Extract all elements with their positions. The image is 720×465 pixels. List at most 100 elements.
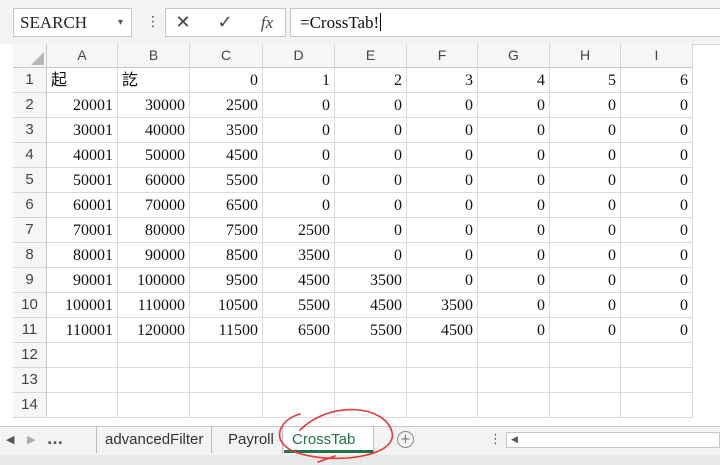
row-header-9[interactable]: 9 (13, 268, 47, 293)
cell-e11[interactable]: 5500 (335, 318, 407, 343)
cell-i9[interactable]: 0 (621, 268, 693, 293)
cell-f1[interactable]: 3 (407, 68, 478, 93)
column-header-g[interactable]: G (478, 44, 550, 68)
cell-g6[interactable]: 0 (478, 193, 550, 218)
cell-a5[interactable]: 50001 (47, 168, 118, 193)
cell-e4[interactable]: 0 (335, 143, 407, 168)
cell-h5[interactable]: 0 (550, 168, 621, 193)
row-header-4[interactable]: 4 (13, 143, 47, 168)
cell-b3[interactable]: 40000 (118, 118, 190, 143)
cell-i7[interactable]: 0 (621, 218, 693, 243)
cell-g4[interactable]: 0 (478, 143, 550, 168)
cell-i11[interactable]: 0 (621, 318, 693, 343)
cell-g13[interactable] (478, 368, 550, 393)
column-header-c[interactable]: C (190, 44, 263, 68)
cell-d6[interactable]: 0 (263, 193, 335, 218)
cell-c14[interactable] (190, 393, 263, 418)
column-header-h[interactable]: H (550, 44, 621, 68)
cell-h3[interactable]: 0 (550, 118, 621, 143)
vertical-ellipsis-icon[interactable]: ⋮ (146, 8, 160, 37)
cell-b7[interactable]: 80000 (118, 218, 190, 243)
cell-g9[interactable]: 0 (478, 268, 550, 293)
cell-g2[interactable]: 0 (478, 93, 550, 118)
formula-input[interactable]: =CrossTab! (290, 8, 720, 37)
insert-function-icon[interactable]: fx (252, 9, 282, 36)
row-header-7[interactable]: 7 (13, 218, 47, 243)
tab-crosstab[interactable]: CrossTab (284, 427, 374, 453)
cell-h2[interactable]: 0 (550, 93, 621, 118)
cell-g3[interactable]: 0 (478, 118, 550, 143)
cell-e14[interactable] (335, 393, 407, 418)
row-header-6[interactable]: 6 (13, 193, 47, 218)
cell-f14[interactable] (407, 393, 478, 418)
cell-d5[interactable]: 0 (263, 168, 335, 193)
cell-e13[interactable] (335, 368, 407, 393)
name-box[interactable]: SEARCH (13, 8, 132, 37)
cell-c4[interactable]: 4500 (190, 143, 263, 168)
cell-b2[interactable]: 30000 (118, 93, 190, 118)
cell-f8[interactable]: 0 (407, 243, 478, 268)
cell-c13[interactable] (190, 368, 263, 393)
enter-icon[interactable]: ✓ (210, 9, 240, 36)
cell-g1[interactable]: 4 (478, 68, 550, 93)
scroll-left-icon[interactable]: ◀ (511, 433, 518, 447)
cell-f4[interactable]: 0 (407, 143, 478, 168)
cell-c12[interactable] (190, 343, 263, 368)
cell-g8[interactable]: 0 (478, 243, 550, 268)
cell-h6[interactable]: 0 (550, 193, 621, 218)
tab-split-handle[interactable]: ⋮ (489, 427, 502, 453)
cell-h9[interactable]: 0 (550, 268, 621, 293)
cell-e10[interactable]: 4500 (335, 293, 407, 318)
cell-f6[interactable]: 0 (407, 193, 478, 218)
cell-a13[interactable] (47, 368, 118, 393)
cell-f10[interactable]: 3500 (407, 293, 478, 318)
cell-d14[interactable] (263, 393, 335, 418)
cell-a1[interactable]: 起 (47, 68, 118, 93)
cell-d12[interactable] (263, 343, 335, 368)
cell-b8[interactable]: 90000 (118, 243, 190, 268)
cell-b14[interactable] (118, 393, 190, 418)
cell-a6[interactable]: 60001 (47, 193, 118, 218)
cell-e1[interactable]: 2 (335, 68, 407, 93)
row-header-12[interactable]: 12 (13, 343, 47, 368)
tab-advancedfilter[interactable]: advancedFilter (96, 427, 213, 453)
cell-h13[interactable] (550, 368, 621, 393)
cell-b13[interactable] (118, 368, 190, 393)
cell-i2[interactable]: 0 (621, 93, 693, 118)
cell-i5[interactable]: 0 (621, 168, 693, 193)
cell-h14[interactable] (550, 393, 621, 418)
cell-d7[interactable]: 2500 (263, 218, 335, 243)
cell-e7[interactable]: 0 (335, 218, 407, 243)
cell-d8[interactable]: 3500 (263, 243, 335, 268)
cell-b9[interactable]: 100000 (118, 268, 190, 293)
cell-i1[interactable]: 6 (621, 68, 693, 93)
cell-g14[interactable] (478, 393, 550, 418)
cell-i14[interactable] (621, 393, 693, 418)
cell-b10[interactable]: 110000 (118, 293, 190, 318)
cell-a4[interactable]: 40001 (47, 143, 118, 168)
row-header-5[interactable]: 5 (13, 168, 47, 193)
row-header-8[interactable]: 8 (13, 243, 47, 268)
cell-f2[interactable]: 0 (407, 93, 478, 118)
cell-h7[interactable]: 0 (550, 218, 621, 243)
cell-a3[interactable]: 30001 (47, 118, 118, 143)
cell-f11[interactable]: 4500 (407, 318, 478, 343)
cell-b12[interactable] (118, 343, 190, 368)
cell-h1[interactable]: 5 (550, 68, 621, 93)
more-sheets-button[interactable]: ... (47, 427, 63, 453)
cell-a12[interactable] (47, 343, 118, 368)
cell-h12[interactable] (550, 343, 621, 368)
cancel-icon[interactable]: ✕ (168, 9, 198, 36)
cell-i6[interactable]: 0 (621, 193, 693, 218)
cell-i8[interactable]: 0 (621, 243, 693, 268)
cell-c3[interactable]: 3500 (190, 118, 263, 143)
cell-b11[interactable]: 120000 (118, 318, 190, 343)
cell-d1[interactable]: 1 (263, 68, 335, 93)
cell-d2[interactable]: 0 (263, 93, 335, 118)
cell-i3[interactable]: 0 (621, 118, 693, 143)
cell-d10[interactable]: 5500 (263, 293, 335, 318)
cell-a14[interactable] (47, 393, 118, 418)
cell-c1[interactable]: 0 (190, 68, 263, 93)
cell-f3[interactable]: 0 (407, 118, 478, 143)
row-header-3[interactable]: 3 (13, 118, 47, 143)
